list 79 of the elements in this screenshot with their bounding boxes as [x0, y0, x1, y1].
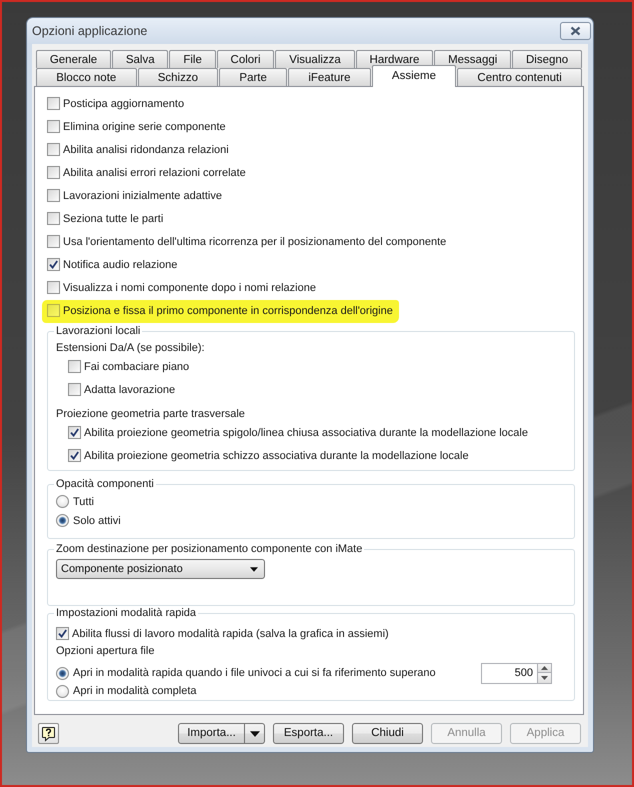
option-label: Seziona tutte le parti: [63, 212, 164, 226]
tab[interactable]: File: [169, 50, 216, 68]
group-title: Lavorazioni locali: [55, 324, 142, 338]
tab[interactable]: Centro contenuti: [457, 68, 582, 86]
number-field[interactable]: 500: [481, 662, 537, 684]
import-menu-button[interactable]: [245, 723, 265, 744]
tab[interactable]: Schizzo: [138, 68, 218, 86]
checkmark-icon: [70, 428, 79, 437]
window-title: Opzioni applicazione: [32, 23, 148, 39]
option-label: Solo attivi: [73, 514, 121, 528]
option-label: Tutti: [73, 494, 94, 508]
checkbox[interactable]: [47, 189, 60, 202]
close-icon: [570, 26, 581, 36]
option-label: Posiziona e fissa il primo componente in corrispondenza dell'origine: [63, 304, 393, 318]
down-arrow-icon: [541, 676, 548, 680]
tab[interactable]: Visualizza: [275, 50, 355, 68]
checkbox[interactable]: [47, 304, 60, 317]
option-label: Abilita proiezione geometria spigolo/linea chiusa associativa durante la modellazione locale: [84, 426, 528, 440]
checkbox[interactable]: [47, 166, 60, 179]
checkbox[interactable]: [47, 235, 60, 248]
checkbox[interactable]: [47, 281, 60, 294]
group-title: Impostazioni modalità rapida: [55, 606, 198, 620]
caret-icon: [250, 566, 258, 572]
tab[interactable]: Generale: [36, 50, 111, 68]
spin-up-button[interactable]: [537, 662, 552, 673]
radio-button[interactable]: [56, 684, 69, 698]
spin-down-button[interactable]: [537, 673, 552, 684]
checkbox[interactable]: [47, 143, 60, 156]
option-label: Abilita proiezione geometria schizzo associativa durante la modellazione locale: [84, 448, 469, 462]
checkbox[interactable]: [68, 449, 81, 462]
tab[interactable]: Colori: [216, 50, 274, 68]
option-label: Posticipa aggiornamento: [63, 96, 184, 110]
close-button[interactable]: [560, 22, 591, 40]
tab[interactable]: Messaggi: [434, 50, 512, 68]
group-title: Zoom destinazione per posizionamento componente con iMate: [55, 542, 364, 556]
tab[interactable]: Parte: [219, 68, 288, 86]
help-button[interactable]: [38, 723, 59, 744]
checkmark-icon: [58, 629, 67, 638]
option-label: Fai combaciare piano: [84, 360, 190, 374]
zoom-target-dropdown[interactable]: Componente posizionato: [56, 559, 265, 579]
dialog-button[interactable]: Chiudi: [352, 723, 423, 744]
tab[interactable]: Assieme: [372, 65, 456, 87]
option-label: Apri in modalità completa: [73, 684, 197, 698]
option-label: Abilita analisi ridondanza relazioni: [63, 142, 229, 156]
option-label: Apri in modalità rapida quando i file univoci a cui si fa riferimento superano: [73, 666, 436, 680]
option-label: Abilita analisi errori relazioni correlate: [63, 166, 246, 180]
checkbox[interactable]: [47, 120, 60, 133]
checkbox[interactable]: [68, 360, 81, 373]
checkmark-icon: [70, 451, 79, 460]
checkmark-icon: [49, 260, 58, 269]
tab[interactable]: Salva: [112, 50, 168, 68]
checkbox[interactable]: [47, 212, 60, 225]
import-button[interactable]: Importa...: [178, 723, 245, 744]
tab[interactable]: Disegno: [512, 50, 582, 68]
checkbox[interactable]: [56, 627, 69, 640]
option-label: Visualizza i nomi componente dopo i nomi relazione: [63, 280, 316, 294]
checkbox[interactable]: [68, 383, 81, 396]
radio-button[interactable]: [56, 495, 69, 508]
dialog-button[interactable]: Esporta...: [273, 723, 344, 744]
checkbox[interactable]: [47, 258, 60, 271]
radio-button[interactable]: [56, 666, 69, 680]
section-heading: Estensioni Da/A (se possibile):: [56, 341, 206, 355]
radio-button[interactable]: [56, 514, 69, 527]
option-label: Notifica audio relazione: [63, 258, 178, 272]
checkbox[interactable]: [47, 97, 60, 110]
checkbox[interactable]: [68, 426, 81, 439]
option-label: Abilita flussi di lavoro modalità rapida (salva la grafica in assiemi): [72, 626, 389, 640]
up-arrow-icon: [541, 666, 548, 670]
section-heading: Proiezione geometria parte trasversale: [56, 407, 246, 421]
caret-icon: [250, 730, 260, 736]
option-label: Adatta lavorazione: [84, 382, 176, 396]
tab[interactable]: Blocco note: [36, 68, 137, 86]
option-label: Elimina origine serie componente: [63, 120, 226, 134]
tab[interactable]: iFeature: [288, 68, 371, 86]
option-label: Usa l'orientamento dell'ultima ricorrenza per il posizionamento del componente: [63, 234, 446, 248]
help-icon: [41, 726, 56, 742]
option-label: Lavorazioni inizialmente adattive: [63, 188, 222, 202]
group-title: Opacità componenti: [55, 477, 155, 491]
section-heading: Opzioni apertura file: [56, 644, 156, 658]
